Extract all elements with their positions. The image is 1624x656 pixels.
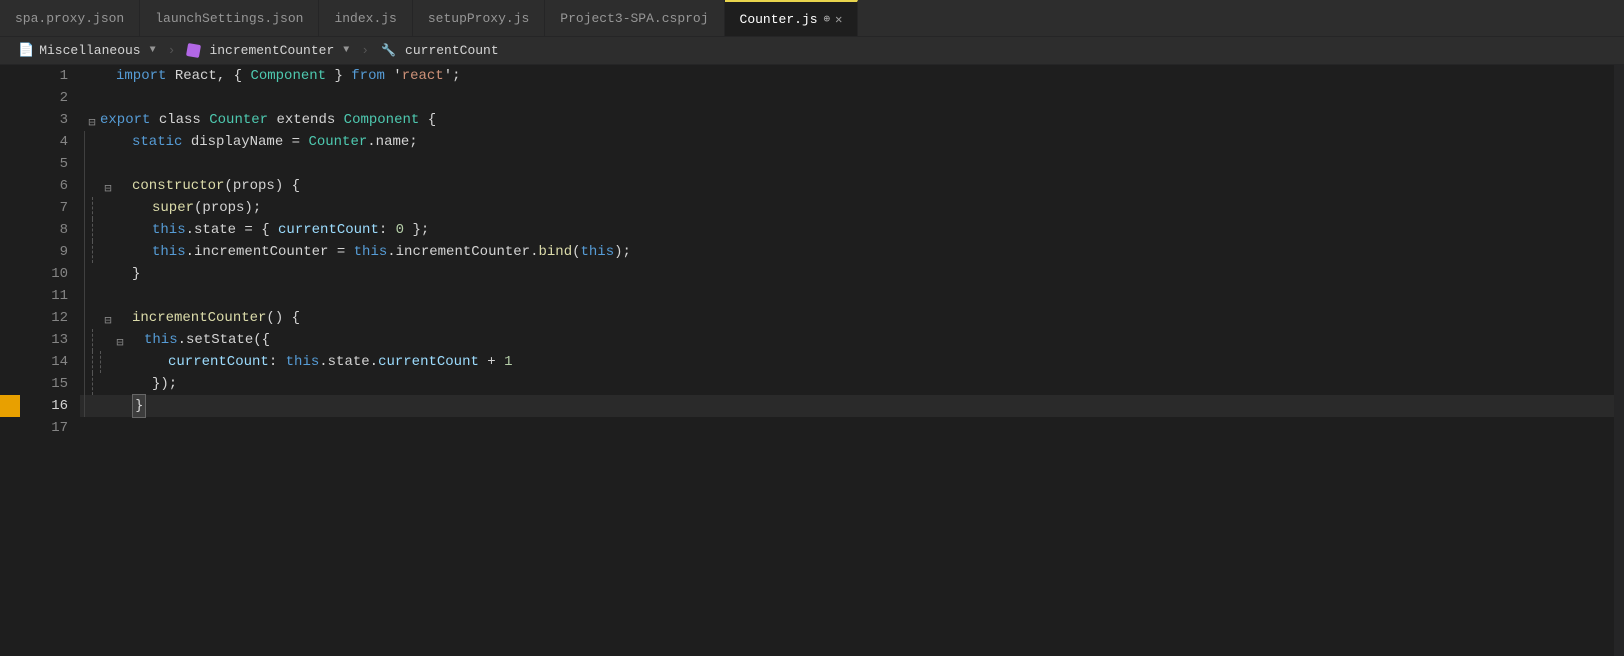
line-num-3: 3 <box>20 109 68 131</box>
method-label: incrementCounter <box>209 43 334 58</box>
line-num-10: 10 <box>20 263 68 285</box>
tab-setup-proxy[interactable]: setupProxy.js <box>413 0 545 36</box>
code-line-9: this .incrementCounter = this .increment… <box>80 241 1614 263</box>
code-line-1: import React, { Component } from ' react… <box>80 65 1614 87</box>
line-num-14: 14 <box>20 351 68 373</box>
breadcrumb-property[interactable]: 🔧 currentCount <box>373 43 507 58</box>
gutter-line-3 <box>0 109 20 131</box>
editor-area: 1 2 3 4 5 6 7 8 9 10 11 12 13 14 15 16 1… <box>0 65 1624 656</box>
line-num-9: 9 <box>20 241 68 263</box>
tab-project3-spa[interactable]: Project3-SPA.csproj <box>545 0 724 36</box>
gutter-line-13 <box>0 329 20 351</box>
tab-spa-proxy[interactable]: spa.proxy.json <box>0 0 140 36</box>
tab-label: index.js <box>334 11 396 26</box>
code-line-16: } <box>80 395 1614 417</box>
current-line-arrow <box>0 395 20 417</box>
gutter-line-1 <box>0 65 20 87</box>
gutter-line-15 <box>0 373 20 395</box>
code-line-5 <box>80 153 1614 175</box>
line-num-13: 13 <box>20 329 68 351</box>
collapse-12[interactable]: ⊟ <box>100 310 116 326</box>
property-label: currentCount <box>405 43 499 58</box>
code-editor[interactable]: import React, { Component } from ' react… <box>80 65 1614 656</box>
gutter-line-6 <box>0 175 20 197</box>
line-num-7: 7 <box>20 197 68 219</box>
gutter-line-5 <box>0 153 20 175</box>
line-num-4: 4 <box>20 131 68 153</box>
tab-label: Counter.js <box>740 12 818 27</box>
tab-label: setupProxy.js <box>428 11 529 26</box>
gutter-line-2 <box>0 87 20 109</box>
line-numbers: 1 2 3 4 5 6 7 8 9 10 11 12 13 14 15 16 1… <box>20 65 80 656</box>
collapse-6[interactable]: ⊟ <box>100 178 116 194</box>
close-tab-button[interactable]: ✕ <box>835 12 842 27</box>
pin-icon: ⊕ <box>824 12 831 26</box>
breadcrumb-separator-2: › <box>361 43 369 58</box>
collapse-3[interactable]: ⊟ <box>84 112 100 128</box>
line-num-1: 1 <box>20 65 68 87</box>
line-num-12: 12 <box>20 307 68 329</box>
code-line-4: static displayName = Counter .name; <box>80 131 1614 153</box>
tab-label: Project3-SPA.csproj <box>560 11 708 26</box>
gutter-line-14 <box>0 351 20 373</box>
code-line-6: ⊟ constructor (props) { <box>80 175 1614 197</box>
code-line-7: super (props); <box>80 197 1614 219</box>
wrench-icon: 🔧 <box>381 43 396 58</box>
breadcrumb-separator-1: › <box>168 43 176 58</box>
code-line-13: ⊟ this .setState({ <box>80 329 1614 351</box>
breadcrumb-scope[interactable]: 📄 Miscellaneous ▼ <box>10 43 164 58</box>
gutter-line-4 <box>0 131 20 153</box>
code-line-14: currentCount : this .state. currentCount… <box>80 351 1614 373</box>
method-dropdown-icon[interactable]: ▼ <box>343 45 349 56</box>
tab-counter-js[interactable]: Counter.js ⊕ ✕ <box>725 0 859 36</box>
collapse-13[interactable]: ⊟ <box>112 332 128 348</box>
code-line-15: }); <box>80 373 1614 395</box>
line-num-8: 8 <box>20 219 68 241</box>
file-icon: 📄 <box>18 43 34 58</box>
line-num-6: 6 <box>20 175 68 197</box>
gutter-line-7 <box>0 197 20 219</box>
tab-launch-settings[interactable]: launchSettings.json <box>140 0 319 36</box>
line-num-2: 2 <box>20 87 68 109</box>
tab-bar: spa.proxy.json launchSettings.json index… <box>0 0 1624 37</box>
code-line-3: ⊟ export class Counter extends Component… <box>80 109 1614 131</box>
tab-index-js[interactable]: index.js <box>319 0 412 36</box>
line-num-11: 11 <box>20 285 68 307</box>
gutter-line-17 <box>0 417 20 439</box>
gutter-line-11 <box>0 285 20 307</box>
line-num-5: 5 <box>20 153 68 175</box>
cube-icon <box>186 43 201 58</box>
line-num-16: 16 <box>20 395 68 417</box>
gutter-line-8 <box>0 219 20 241</box>
scrollbar[interactable] <box>1614 65 1624 656</box>
line-num-15: 15 <box>20 373 68 395</box>
code-line-12: ⊟ incrementCounter () { <box>80 307 1614 329</box>
gutter-line-12 <box>0 307 20 329</box>
scope-dropdown-icon[interactable]: ▼ <box>150 45 156 56</box>
tab-label: spa.proxy.json <box>15 11 124 26</box>
code-line-8: this .state = { currentCount : 0 }; <box>80 219 1614 241</box>
line-num-17: 17 <box>20 417 68 439</box>
tab-label: launchSettings.json <box>155 11 303 26</box>
code-line-17 <box>80 417 1614 439</box>
code-line-2 <box>80 87 1614 109</box>
code-line-11 <box>80 285 1614 307</box>
gutter-line-9 <box>0 241 20 263</box>
breadcrumb-bar: 📄 Miscellaneous ▼ › incrementCounter ▼ ›… <box>0 37 1624 65</box>
breadcrumb-method[interactable]: incrementCounter ▼ <box>179 43 357 58</box>
code-line-10: } <box>80 263 1614 285</box>
gutter-arrow <box>0 65 20 656</box>
scope-label: Miscellaneous <box>39 43 140 58</box>
gutter-line-10 <box>0 263 20 285</box>
